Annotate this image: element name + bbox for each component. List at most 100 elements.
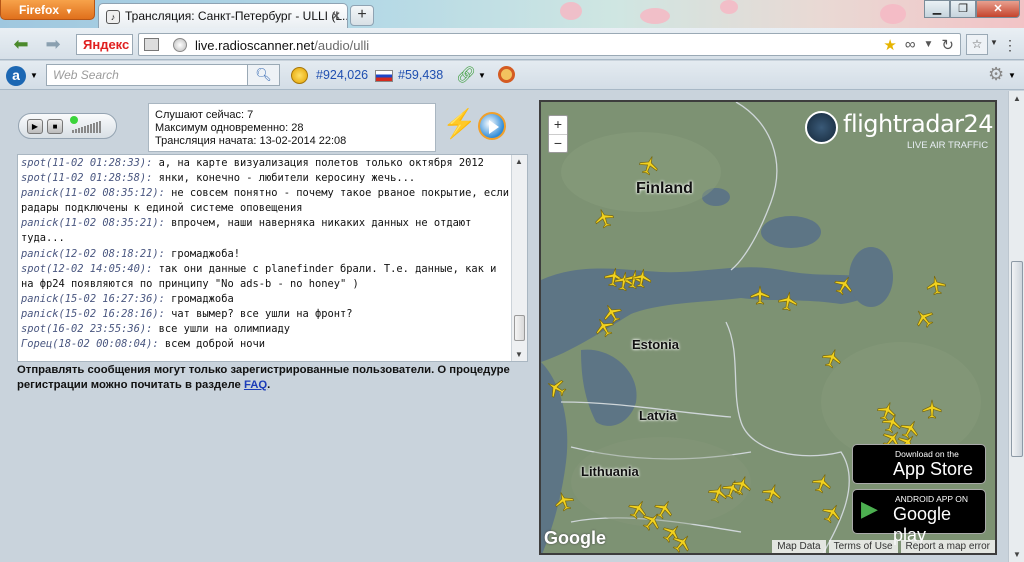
url-path: /audio/ulli [314, 38, 370, 53]
stop-icon[interactable]: ■ [47, 119, 63, 134]
flight-map[interactable]: + − flightradar24 LIVE AIR TRAFFIC Finla… [539, 100, 997, 555]
bookmark-star-icon[interactable]: ★ [883, 36, 896, 54]
chat-author: spot(11-02 01:28:33): [21, 157, 153, 169]
map-data-link[interactable]: Map Data [772, 540, 826, 553]
chat-log[interactable]: spot(11-02 01:28:33): а, на карте визуал… [17, 154, 528, 362]
listener-stats: Слушают сейчас: 7 Максимум одновременно:… [148, 103, 436, 152]
firefox-label: Firefox [19, 3, 60, 17]
reload-icon[interactable]: ↻ [941, 36, 954, 54]
chat-message: panick(15-02 16:27:36): громаджоба [21, 292, 511, 307]
glasses-icon[interactable]: ∞ [905, 36, 916, 54]
close-window-button[interactable]: ✕ [976, 0, 1020, 18]
volume-slider[interactable] [72, 121, 101, 133]
aircraft-icon[interactable] [923, 272, 948, 297]
world-rank[interactable]: #924,026 [316, 68, 368, 82]
google-logo: Google [544, 528, 606, 548]
back-button[interactable]: ⬅ [10, 34, 32, 54]
map-footer: Map Data Terms of Use Report a map error [772, 540, 995, 553]
chat-text: громаджоба [164, 292, 234, 305]
decor-blossom [560, 2, 582, 20]
chat-message: panick(12-02 08:18:21): громаджоба! [21, 247, 511, 262]
aircraft-icon[interactable] [921, 398, 943, 420]
russia-flag-icon [375, 70, 393, 82]
google-play-icon: ▶ [861, 496, 878, 521]
chat-author: panick(11-02 08:35:12): [21, 187, 165, 200]
appstore-small-text: Download on the [895, 449, 959, 459]
chat-messages: spot(11-02 01:28:33): а, на карте визуал… [21, 156, 511, 352]
firefox-menu-button[interactable]: Firefox ▼ [0, 0, 95, 20]
media-player-icon[interactable] [478, 112, 506, 140]
chat-text: громаджоба! [164, 247, 240, 260]
title-bar: Firefox ▼ ♪ Трансляция: Санкт-Петербург -… [0, 0, 1024, 28]
scroll-up-icon[interactable]: ▲ [1013, 94, 1021, 103]
decor-blossom [880, 4, 906, 24]
address-bar[interactable]: live.radioscanner.net/audio/ulli ★ ∞ ▼ ↻ [138, 33, 961, 56]
chevron-down-icon[interactable]: ▼ [1008, 71, 1016, 80]
gear-icon[interactable]: ⚙ [988, 64, 1004, 85]
link-icon[interactable]: 🔗︎ [456, 65, 476, 85]
google-play-badge[interactable]: ▶ ANDROID APP ON Google play [852, 489, 986, 545]
scroll-down-icon[interactable]: ▼ [515, 350, 523, 359]
yandex-label: Яндекс [83, 37, 130, 52]
tab-close-icon[interactable]: ✕ [331, 9, 341, 23]
window-controls: ▁ ❐ ✕ [924, 0, 1020, 18]
chat-message: spot(16-02 23:55:36): все ушли на олимпи… [21, 322, 511, 337]
alexa-rank-icon[interactable] [291, 67, 308, 84]
aircraft-icon[interactable] [775, 288, 800, 313]
chat-author: panick(15-02 16:28:16): [21, 307, 165, 320]
registration-notice: Отправлять сообщения могут только зареги… [17, 363, 527, 393]
scroll-down-icon[interactable]: ▼ [1013, 550, 1021, 559]
terms-of-use-link[interactable]: Terms of Use [828, 540, 898, 553]
zoom-in-button[interactable]: + [549, 116, 567, 135]
globe-icon [173, 38, 187, 52]
app-store-badge[interactable]: Download on the App Store [852, 444, 986, 484]
url-text[interactable]: live.radioscanner.net/audio/ulli [195, 38, 369, 53]
chat-text: все ушли на олимпиаду [152, 323, 291, 336]
chat-message: spot(11-02 01:28:33): а, на карте визуал… [21, 156, 511, 171]
listeners-now: Слушают сейчас: 7 [155, 109, 254, 121]
forward-button[interactable]: ➡ [42, 34, 64, 54]
page-icon[interactable] [144, 38, 159, 51]
bookmarks-button[interactable]: ☆ [966, 34, 988, 55]
bookmarks-dropdown-icon[interactable]: ▼ [990, 38, 998, 47]
url-host: live.radioscanner.net [195, 38, 315, 53]
faq-link[interactable]: FAQ [244, 379, 267, 391]
scroll-thumb[interactable] [514, 315, 525, 341]
menu-icon[interactable]: ⋮ [1003, 37, 1017, 54]
winamp-icon[interactable]: ⚡ [442, 109, 477, 141]
audio-player: ▶ ■ [18, 113, 117, 139]
decor-blossom [720, 0, 738, 14]
report-map-error-link[interactable]: Report a map error [900, 540, 995, 553]
chat-text: янки, конечно - любители керосину жечь..… [152, 172, 416, 185]
tab-active[interactable]: ♪ Трансляция: Санкт-Петербург - ULLI (L.… [98, 3, 348, 28]
chevron-down-icon[interactable]: ▼ [478, 71, 486, 80]
maximize-button[interactable]: ❐ [950, 0, 976, 18]
web-search-input[interactable]: Web Search [46, 64, 248, 86]
yandex-button[interactable]: Яндекс [76, 34, 133, 55]
page-scrollbar[interactable]: ▲ ▼ [1008, 91, 1024, 562]
page-scroll-thumb[interactable] [1011, 261, 1023, 457]
search-button[interactable]: 🔍︎ [248, 64, 280, 86]
chat-author: panick(12-02 08:18:21): [21, 247, 165, 260]
chat-author: spot(12-02 14:05:40): [21, 262, 153, 275]
chat-scrollbar[interactable]: ▲ ▼ [511, 155, 527, 361]
flightradar-logo: flightradar24 LIVE AIR TRAFFIC [805, 108, 995, 154]
country-rank[interactable]: #59,438 [398, 68, 443, 82]
chat-message: panick(11-02 08:35:12): не совсем понятн… [21, 186, 511, 216]
aircraft-icon[interactable] [629, 265, 654, 290]
ask-logo-icon[interactable]: a [6, 66, 26, 86]
logo-tagline: LIVE AIR TRAFFIC [907, 140, 989, 151]
play-icon[interactable]: ▶ [27, 119, 43, 134]
new-tab-button[interactable]: + [350, 5, 374, 26]
aircraft-icon[interactable] [749, 284, 771, 306]
chevron-down-icon: ▼ [65, 7, 73, 16]
tab-title: Трансляция: Санкт-Петербург - ULLI (L... [125, 9, 348, 23]
broadcast-started: Трансляция начата: 13-02-2014 22:08 [155, 135, 347, 147]
zoom-out-button[interactable]: − [549, 135, 567, 154]
scroll-up-icon[interactable]: ▲ [515, 157, 523, 166]
minimize-button[interactable]: ▁ [924, 0, 950, 18]
dropdown-arrow-icon[interactable]: ▼ [924, 36, 934, 54]
ring-icon[interactable] [498, 66, 515, 83]
chat-text: всем доброй ночи [158, 338, 265, 351]
chevron-down-icon[interactable]: ▼ [30, 71, 38, 80]
